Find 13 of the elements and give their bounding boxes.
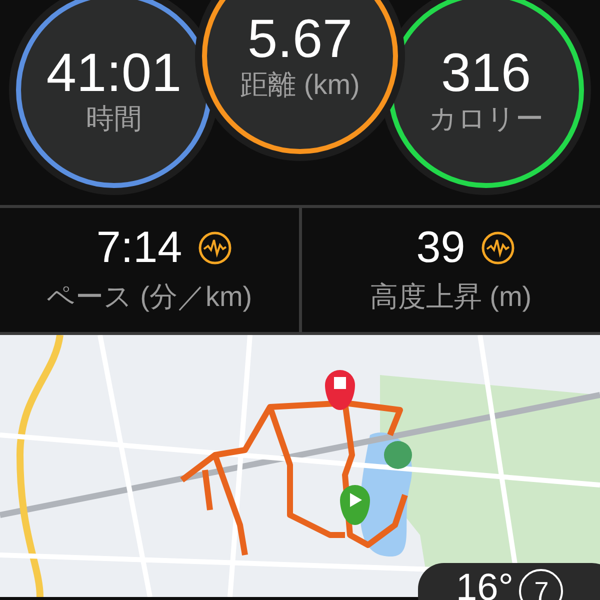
pulse-icon[interactable] (198, 230, 232, 265)
summary-label: カロリー (428, 102, 544, 136)
stat-value: 39 (416, 224, 466, 272)
summary-label: 距離 (km) (240, 68, 360, 102)
summary-value: 41:01 (46, 44, 182, 102)
summary-label: 時間 (86, 102, 142, 136)
pulse-icon[interactable] (481, 230, 516, 265)
summary-value: 5.67 (247, 10, 353, 68)
stat-value: 7:14 (96, 224, 182, 272)
stat-label: ペース (分／km) (46, 280, 252, 314)
stat-label: 高度上昇 (m) (370, 280, 532, 314)
summary-value: 316 (440, 44, 532, 102)
wind-speed: 7 (519, 569, 564, 600)
